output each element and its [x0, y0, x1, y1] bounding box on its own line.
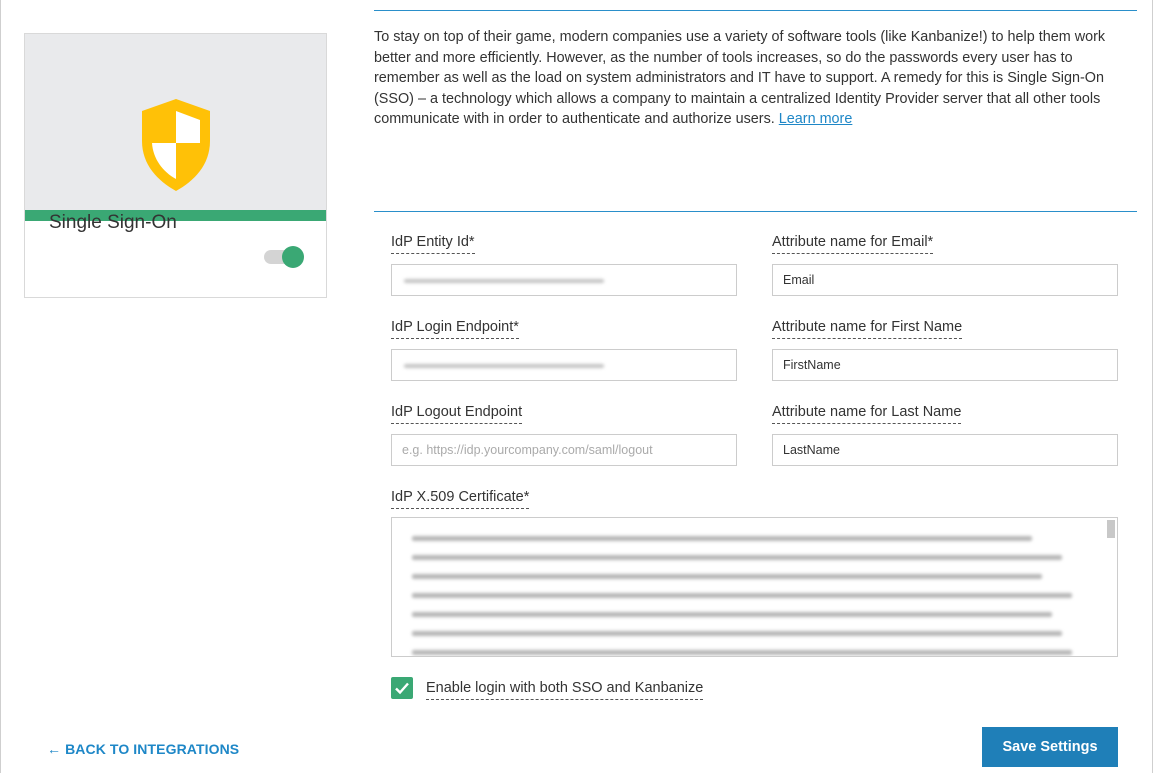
idp-login-endpoint-input[interactable]	[391, 349, 737, 381]
integration-card: Single Sign-On	[24, 33, 327, 298]
enable-both-label: Enable login with both SSO and Kanbanize	[426, 679, 704, 700]
enable-both-checkbox[interactable]	[391, 677, 413, 699]
learn-more-link[interactable]: Learn more	[779, 111, 853, 127]
idp-logout-endpoint-label: IdP Logout Endpoint	[391, 403, 523, 424]
idp-entity-id-label: IdP Entity Id*	[391, 233, 475, 254]
toggle-knob	[282, 246, 304, 268]
frame-border-left	[0, 0, 1, 773]
certificate-label: IdP X.509 Certificate*	[391, 488, 530, 509]
attr-email-label: Attribute name for Email*	[772, 233, 934, 254]
integration-title: Single Sign-On	[49, 212, 177, 234]
section-divider-top	[374, 10, 1137, 11]
certificate-scrollbar[interactable]	[1107, 520, 1115, 538]
certificate-textarea[interactable]	[391, 517, 1118, 657]
redacted-line	[412, 536, 1032, 541]
attr-first-name-label: Attribute name for First Name	[772, 318, 963, 339]
redacted-line	[412, 593, 1072, 598]
redacted-value	[404, 279, 604, 283]
section-divider-form	[374, 211, 1137, 212]
idp-login-endpoint-label: IdP Login Endpoint*	[391, 318, 519, 339]
redacted-line	[412, 574, 1042, 579]
checkmark-icon	[395, 682, 409, 695]
back-to-integrations-link[interactable]: ← BACK TO INTEGRATIONS	[47, 741, 239, 757]
integration-hero	[25, 34, 326, 210]
shield-icon	[142, 99, 210, 191]
idp-logout-endpoint-input[interactable]: e.g. https://idp.yourcompany.com/saml/lo…	[391, 434, 737, 466]
idp-entity-id-input[interactable]	[391, 264, 737, 296]
redacted-line	[412, 631, 1062, 636]
integration-toggle[interactable]	[264, 246, 304, 268]
attr-first-name-input[interactable]: FirstName	[772, 349, 1118, 381]
sso-description: To stay on top of their game, modern com…	[374, 27, 1134, 130]
description-text: To stay on top of their game, modern com…	[374, 29, 1106, 127]
redacted-value	[404, 364, 604, 368]
save-settings-button[interactable]: Save Settings	[982, 727, 1118, 767]
attr-email-input[interactable]: Email	[772, 264, 1118, 296]
redacted-line	[412, 555, 1062, 560]
attr-last-name-input[interactable]: LastName	[772, 434, 1118, 466]
redacted-line	[412, 612, 1052, 617]
attr-last-name-label: Attribute name for Last Name	[772, 403, 962, 424]
redacted-line	[412, 650, 1072, 655]
